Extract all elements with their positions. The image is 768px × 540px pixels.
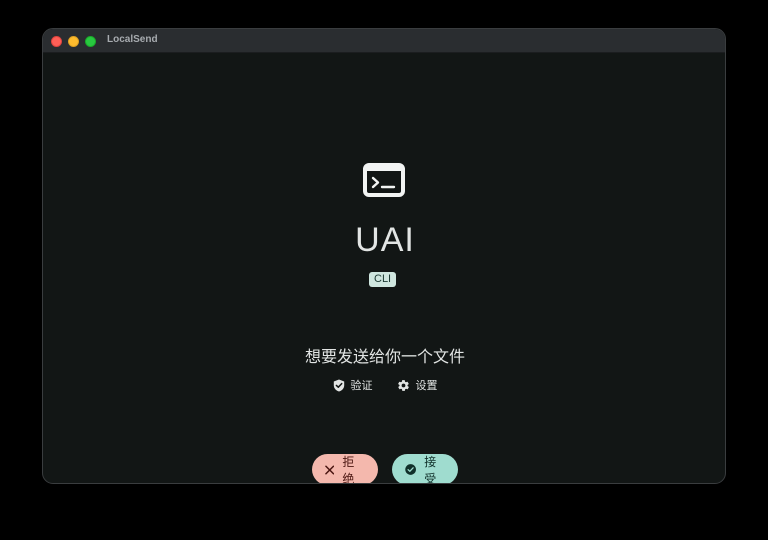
sender-name: UAI (355, 221, 415, 259)
decline-label: 拒绝 (342, 454, 355, 484)
close-icon (325, 464, 335, 475)
accept-button[interactable]: 接受 (392, 454, 458, 484)
device-type-badge: CLI (369, 272, 397, 287)
gear-icon (397, 379, 409, 391)
verify-label: 验证 (350, 379, 373, 392)
window-close-button[interactable] (51, 36, 62, 47)
decline-button[interactable]: 拒绝 (312, 454, 378, 484)
action-buttons: 拒绝 接受 (43, 454, 725, 484)
app-window: LocalSend UAI CLI 想要发送给你一个文件 验证 设置 拒绝 接受 (42, 28, 726, 484)
settings-link[interactable]: 设置 (397, 377, 438, 393)
request-message: 想要发送给你一个文件 (304, 347, 465, 366)
window-title: LocalSend (107, 34, 158, 45)
receive-request-panel: UAI CLI 想要发送给你一个文件 验证 设置 拒绝 接受 (43, 53, 725, 484)
check-circle-icon (405, 464, 416, 475)
accept-label: 接受 (424, 454, 437, 484)
shield-check-icon (333, 379, 344, 391)
request-links: 验证 设置 (43, 377, 725, 393)
verify-link[interactable]: 验证 (333, 377, 373, 393)
settings-label: 设置 (415, 379, 438, 392)
terminal-icon (363, 163, 405, 197)
window-minimize-button[interactable] (68, 36, 79, 47)
title-bar[interactable]: LocalSend (43, 29, 725, 53)
window-maximize-button[interactable] (85, 36, 96, 47)
